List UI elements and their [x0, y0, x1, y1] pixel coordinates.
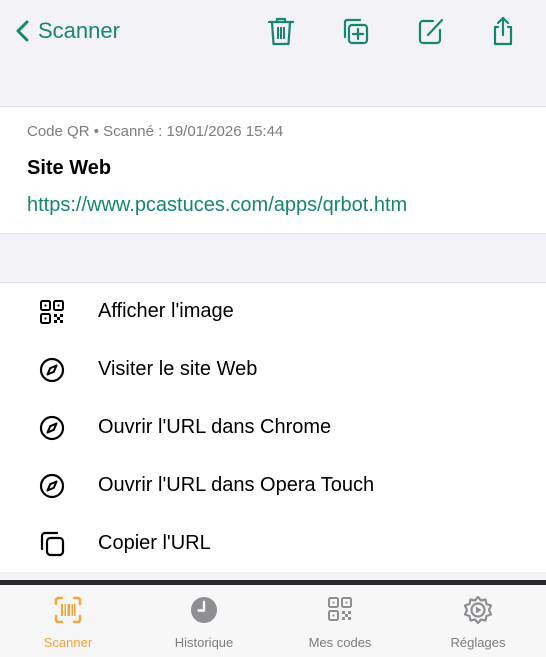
back-label: Scanner [38, 18, 120, 43]
compass-icon [38, 414, 66, 442]
code-type: Site Web [27, 157, 112, 179]
barcode-scan-icon [53, 595, 83, 625]
edit-icon [418, 18, 444, 45]
share-button[interactable] [486, 12, 520, 50]
navigation-bar: Scanner [0, 0, 546, 64]
qr-code-icon [325, 595, 355, 625]
action-label: Copier l'URL [98, 532, 211, 554]
compass-icon [38, 472, 66, 500]
tab-settings[interactable]: Réglages [418, 585, 538, 657]
settings-icon [463, 595, 493, 625]
scan-info-card: Code QR • Scanné : 19/01/2026 15:44 Site… [0, 106, 546, 234]
action-label: Ouvrir l'URL dans Chrome [98, 416, 332, 438]
compass-icon [38, 356, 66, 384]
action-label: Ouvrir l'URL dans Opera Touch [98, 474, 375, 496]
open-in-opera-action[interactable]: Ouvrir l'URL dans Opera Touch [0, 457, 546, 515]
tab-label: Réglages [450, 635, 506, 650]
scan-meta: Code QR • Scanné : 19/01/2026 15:44 [27, 123, 284, 140]
visit-website-action[interactable]: Visiter le site Web [0, 341, 546, 399]
tab-my-codes[interactable]: Mes codes [280, 585, 400, 657]
duplicate-button[interactable] [338, 12, 372, 50]
delete-button[interactable] [264, 12, 298, 50]
tab-label: Scanner [43, 635, 93, 650]
trash-icon [267, 17, 295, 46]
tab-history[interactable]: Historique [144, 585, 264, 657]
tab-bar: Scanner Historique Mes codes Réglages [0, 585, 546, 657]
tab-scanner[interactable]: Scanner [8, 585, 128, 657]
qr-code-icon [38, 298, 66, 326]
tab-label: Historique [174, 635, 234, 650]
edit-button[interactable] [414, 12, 448, 50]
show-image-action[interactable]: Afficher l'image [0, 283, 546, 341]
share-icon [493, 16, 513, 46]
back-button[interactable]: Scanner [14, 14, 120, 48]
chevron-left-icon [16, 20, 29, 42]
copy-url-action[interactable]: Copier l'URL [0, 515, 546, 573]
clock-icon [189, 595, 219, 625]
action-label: Afficher l'image [98, 300, 234, 322]
open-in-chrome-action[interactable]: Ouvrir l'URL dans Chrome [0, 399, 546, 457]
copy-icon [38, 530, 66, 558]
scanned-url[interactable]: https://www.pcastuces.com/apps/qrbot.htm [27, 194, 407, 217]
action-label: Visiter le site Web [98, 358, 258, 380]
tab-label: Mes codes [308, 635, 372, 650]
actions-list: Afficher l'image Visiter le site Web Ouv… [0, 282, 546, 572]
duplicate-icon [343, 18, 369, 45]
